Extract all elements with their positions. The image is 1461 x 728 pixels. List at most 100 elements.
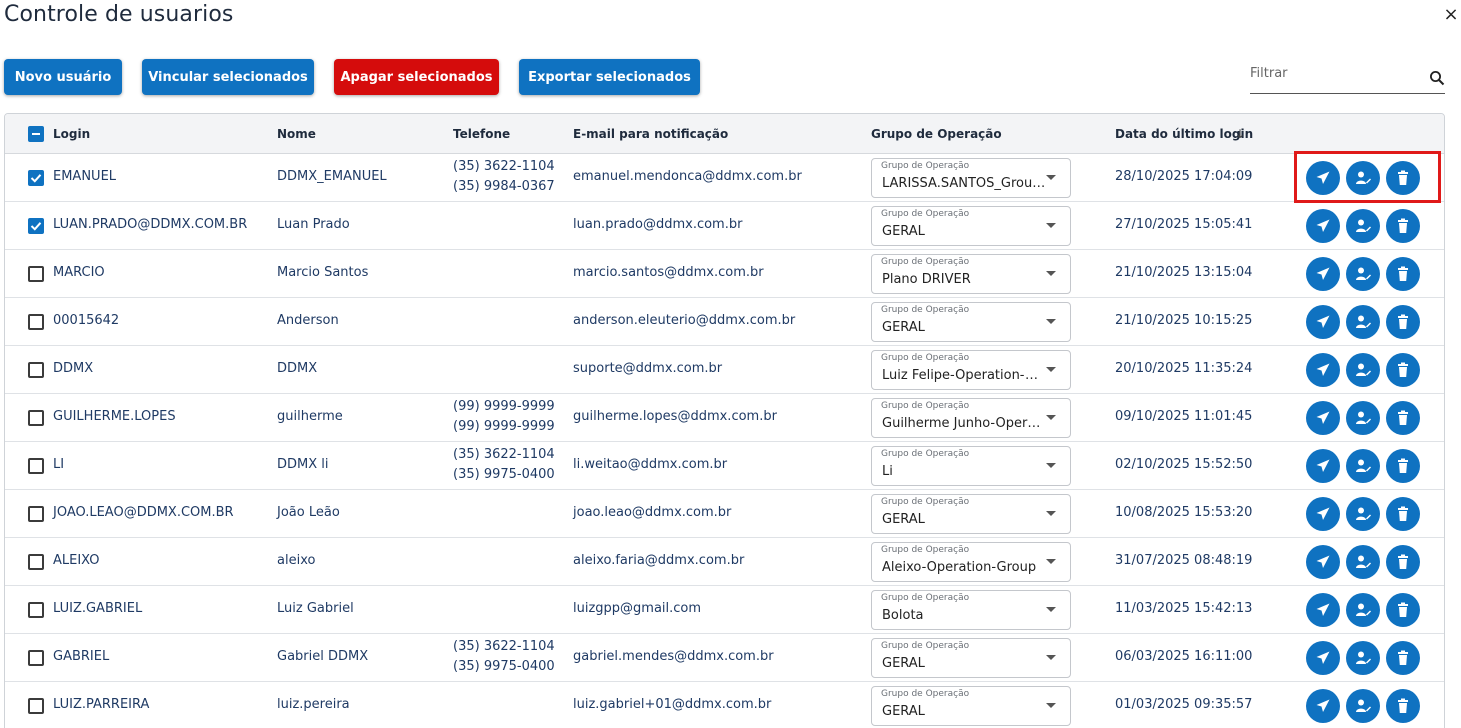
table-row[interactable]: LI DDMX li (35) 3622-1104 (35) 9975-0400 li.…	[5, 442, 1444, 490]
send-button[interactable]	[1306, 497, 1340, 531]
row-checkbox[interactable]	[28, 170, 44, 186]
search-icon[interactable]	[1429, 70, 1445, 86]
row-checkbox[interactable]	[28, 266, 44, 282]
table-row[interactable]: EMANUEL DDMX_EMANUEL (35) 3622-1104 (35) 99…	[5, 154, 1444, 202]
row-checkbox[interactable]	[28, 362, 44, 378]
table-row[interactable]: LUIZ.PARREIRA luiz.pereira luiz.gabriel+01…	[5, 682, 1444, 728]
delete-user-button[interactable]	[1386, 401, 1420, 435]
close-button[interactable]: ×	[1440, 4, 1461, 26]
group-select[interactable]: Grupo de Operação GERAL	[871, 638, 1071, 678]
send-button[interactable]	[1306, 257, 1340, 291]
row-checkbox[interactable]	[28, 698, 44, 714]
header-last-login[interactable]: Data do último login	[1115, 114, 1253, 154]
header-name[interactable]: Nome	[277, 114, 316, 154]
header-phone[interactable]: Telefone	[453, 114, 510, 154]
table-row[interactable]: JOAO.LEAO@DDMX.COM.BR João Leão joao.leao@…	[5, 490, 1444, 538]
send-button[interactable]	[1306, 641, 1340, 675]
chevron-down-icon[interactable]	[1046, 559, 1056, 564]
delete-user-button[interactable]	[1386, 209, 1420, 243]
chevron-down-icon[interactable]	[1046, 415, 1056, 420]
edit-user-button[interactable]	[1346, 641, 1380, 675]
edit-user-button[interactable]	[1346, 305, 1380, 339]
delete-user-button[interactable]	[1386, 641, 1420, 675]
send-button[interactable]	[1306, 401, 1340, 435]
delete-user-button[interactable]	[1386, 305, 1420, 339]
table-row[interactable]: MARCIO Marcio Santos marcio.santos@ddmx.co…	[5, 250, 1444, 298]
edit-user-button[interactable]	[1346, 593, 1380, 627]
row-checkbox[interactable]	[28, 314, 44, 330]
new-user-button[interactable]: Novo usuário	[4, 59, 122, 95]
group-select[interactable]: Grupo de Operação GERAL	[871, 686, 1071, 726]
row-checkbox[interactable]	[28, 410, 44, 426]
edit-user-button[interactable]	[1346, 257, 1380, 291]
header-email[interactable]: E-mail para notificação	[573, 114, 728, 154]
send-button[interactable]	[1306, 353, 1340, 387]
filter-field[interactable]	[1250, 60, 1445, 94]
send-button[interactable]	[1306, 545, 1340, 579]
chevron-down-icon[interactable]	[1046, 703, 1056, 708]
edit-user-button[interactable]	[1346, 401, 1380, 435]
row-checkbox[interactable]	[28, 554, 44, 570]
chevron-down-icon[interactable]	[1046, 367, 1056, 372]
row-checkbox[interactable]	[28, 506, 44, 522]
edit-user-button[interactable]	[1346, 497, 1380, 531]
edit-user-button[interactable]	[1346, 353, 1380, 387]
table-row[interactable]: GABRIEL Gabriel DDMX (35) 3622-1104 (35) 99…	[5, 634, 1444, 682]
group-select[interactable]: Grupo de Operação Plano DRIVER	[871, 254, 1071, 294]
table-row[interactable]: GUILHERME.LOPES guilherme (99) 9999-9999 (9…	[5, 394, 1444, 442]
table-row[interactable]: LUIZ.GABRIEL Luiz Gabriel luizgpp@gmail.co…	[5, 586, 1444, 634]
chevron-down-icon[interactable]	[1046, 175, 1056, 180]
row-checkbox[interactable]	[28, 218, 44, 234]
group-select[interactable]: Grupo de Operação GERAL	[871, 494, 1071, 534]
chevron-down-icon[interactable]	[1046, 223, 1056, 228]
export-selected-button[interactable]: Exportar selecionados	[519, 59, 700, 95]
chevron-down-icon[interactable]	[1046, 271, 1056, 276]
delete-user-button[interactable]	[1386, 449, 1420, 483]
group-select[interactable]: Grupo de Operação Guilherme Junho-Operati…	[871, 398, 1071, 438]
link-selected-button[interactable]: Vincular selecionados	[142, 59, 314, 95]
table-row[interactable]: LUAN.PRADO@DDMX.COM.BR Luan Prado luan.pra…	[5, 202, 1444, 250]
delete-user-button[interactable]	[1386, 353, 1420, 387]
delete-selected-button[interactable]: Apagar selecionados	[334, 59, 499, 95]
sort-desc-icon[interactable]: ↓	[1235, 114, 1245, 154]
edit-user-button[interactable]	[1346, 161, 1380, 195]
group-select[interactable]: Grupo de Operação Aleixo-Operation-Group	[871, 542, 1071, 582]
select-all-checkbox[interactable]	[28, 126, 44, 142]
send-button[interactable]	[1306, 449, 1340, 483]
edit-user-button[interactable]	[1346, 545, 1380, 579]
delete-user-button[interactable]	[1386, 161, 1420, 195]
edit-user-button[interactable]	[1346, 689, 1380, 723]
group-select[interactable]: Grupo de Operação Bolota	[871, 590, 1071, 630]
chevron-down-icon[interactable]	[1046, 511, 1056, 516]
delete-user-button[interactable]	[1386, 257, 1420, 291]
group-select[interactable]: Grupo de Operação GERAL	[871, 206, 1071, 246]
row-checkbox[interactable]	[28, 458, 44, 474]
header-group[interactable]: Grupo de Operação	[871, 114, 1002, 154]
chevron-down-icon[interactable]	[1046, 607, 1056, 612]
table-row[interactable]: DDMX DDMX suporte@ddmx.com.br Grupo de Oper…	[5, 346, 1444, 394]
edit-user-button[interactable]	[1346, 449, 1380, 483]
group-select[interactable]: Grupo de Operação Li	[871, 446, 1071, 486]
header-login[interactable]: Login	[53, 114, 90, 154]
group-select[interactable]: Grupo de Operação LARISSA.SANTOS_Group-Op…	[871, 158, 1071, 198]
delete-user-button[interactable]	[1386, 689, 1420, 723]
filter-input[interactable]	[1250, 62, 1420, 84]
chevron-down-icon[interactable]	[1046, 463, 1056, 468]
delete-user-button[interactable]	[1386, 545, 1420, 579]
delete-user-button[interactable]	[1386, 497, 1420, 531]
delete-user-button[interactable]	[1386, 593, 1420, 627]
group-select[interactable]: Grupo de Operação Luiz Felipe-Operation-G…	[871, 350, 1071, 390]
table-row[interactable]: ALEIXO aleixo aleixo.faria@ddmx.com.br Grup…	[5, 538, 1444, 586]
chevron-down-icon[interactable]	[1046, 319, 1056, 324]
send-button[interactable]	[1306, 305, 1340, 339]
send-button[interactable]	[1306, 209, 1340, 243]
row-checkbox[interactable]	[28, 650, 44, 666]
table-row[interactable]: 00015642 Anderson anderson.eleuterio@ddmx.…	[5, 298, 1444, 346]
row-checkbox[interactable]	[28, 602, 44, 618]
send-button[interactable]	[1306, 161, 1340, 195]
group-select[interactable]: Grupo de Operação GERAL	[871, 302, 1071, 342]
chevron-down-icon[interactable]	[1046, 655, 1056, 660]
edit-user-button[interactable]	[1346, 209, 1380, 243]
send-button[interactable]	[1306, 689, 1340, 723]
send-button[interactable]	[1306, 593, 1340, 627]
